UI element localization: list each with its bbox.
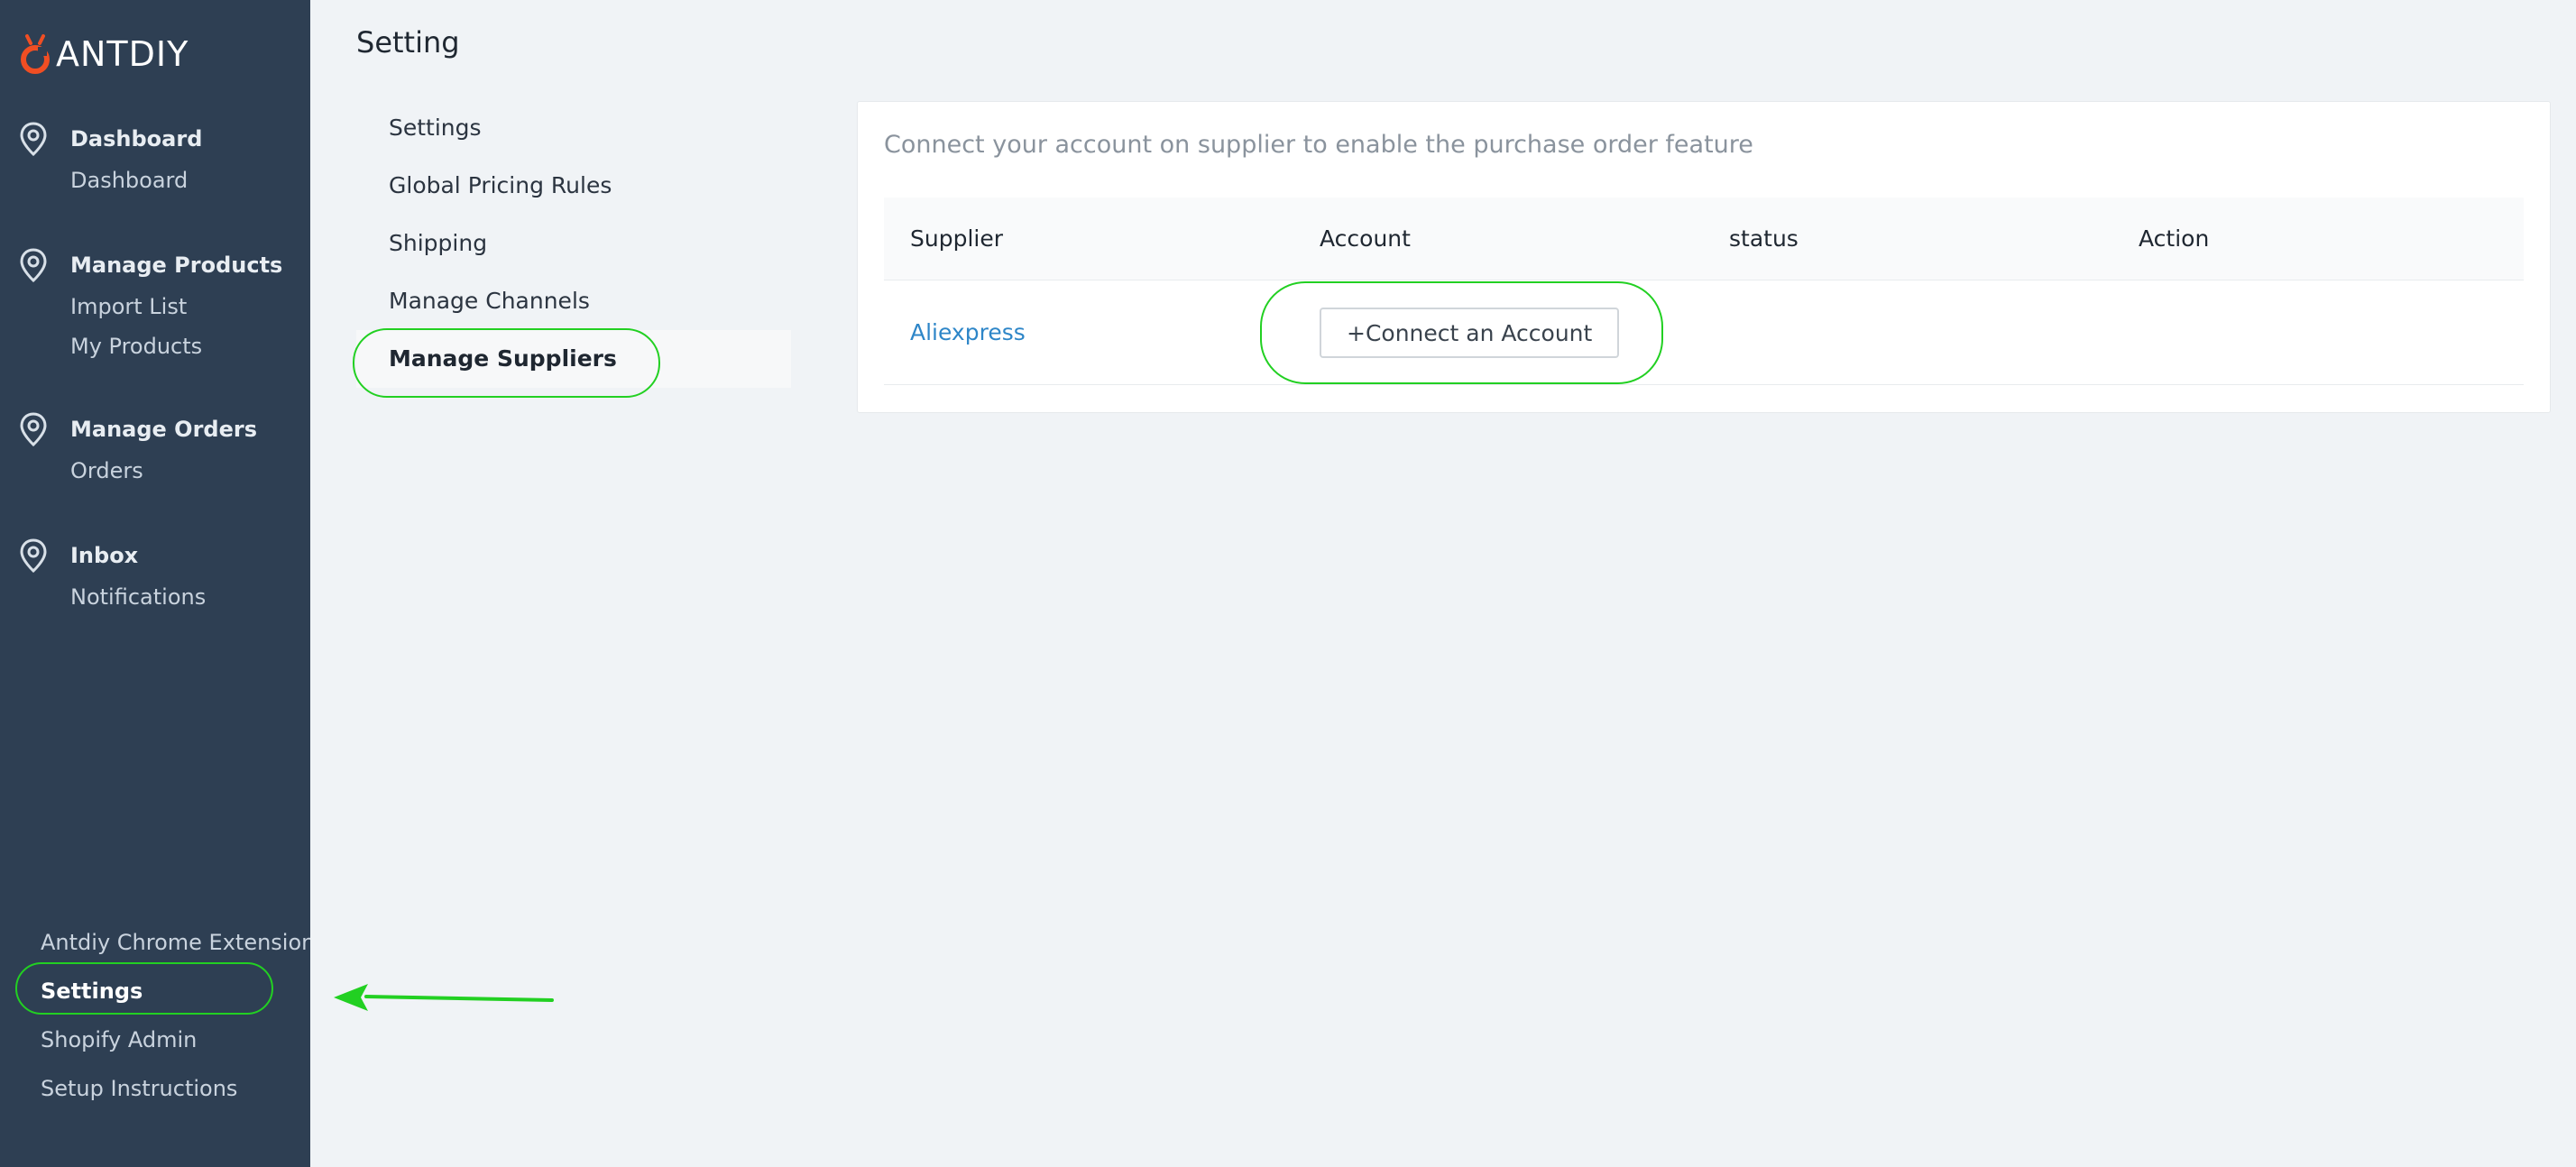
nav-group-manage-orders: Manage Orders Orders [0, 408, 310, 491]
page-title: Setting [356, 25, 460, 60]
sidebar-item-orders[interactable]: Orders [70, 451, 310, 491]
column-header-status: status [1729, 225, 1799, 252]
column-header-action: Action [2139, 225, 2210, 252]
sidebar-item-my-products[interactable]: My Products [70, 326, 310, 366]
nav-head-manage-products[interactable]: Manage Products [0, 244, 310, 287]
nav-group-dashboard: Dashboard Dashboard [0, 117, 310, 200]
submenu-item-shipping[interactable]: Shipping [356, 215, 791, 272]
location-pin-icon [20, 538, 47, 574]
supplier-link-aliexpress[interactable]: Aliexpress [910, 319, 1026, 345]
nav-group-manage-products: Manage Products Import List My Products [0, 244, 310, 366]
location-pin-icon [20, 248, 47, 283]
nav-head-manage-orders[interactable]: Manage Orders [0, 408, 310, 451]
submenu-item-global-pricing-rules[interactable]: Global Pricing Rules [356, 157, 791, 215]
nav-head-label: Manage Products [70, 253, 283, 278]
antdiy-logo-icon [21, 34, 50, 74]
brand-name: ANTDIY [56, 34, 189, 74]
submenu-item-settings[interactable]: Settings [356, 99, 791, 157]
antdiy-logo[interactable]: ANTDIY [18, 32, 189, 76]
table-row: Aliexpress +Connect an Account [884, 280, 2524, 385]
annotation-highlight-manage-suppliers [353, 328, 660, 398]
sidebar-item-dashboard[interactable]: Dashboard [70, 161, 310, 200]
sidebar-footer-links: Antdiy Chrome Extension Settings Shopify… [0, 918, 310, 1113]
annotation-highlight-connect-account [1260, 281, 1663, 384]
nav-head-dashboard[interactable]: Dashboard [0, 117, 310, 161]
submenu-item-manage-channels[interactable]: Manage Channels [356, 272, 791, 330]
table-header: Supplier Account status Action [884, 198, 2524, 280]
sidebar-item-notifications[interactable]: Notifications [70, 577, 310, 617]
column-header-account: Account [1320, 225, 1411, 252]
nav-group-inbox: Inbox Notifications [0, 534, 310, 617]
suppliers-card: Connect your account on supplier to enab… [857, 101, 2551, 413]
suppliers-description: Connect your account on supplier to enab… [884, 131, 1753, 159]
nav-head-inbox[interactable]: Inbox [0, 534, 310, 577]
annotation-arrow-icon [334, 984, 554, 1011]
nav-head-label: Inbox [70, 543, 139, 568]
supplier-cell: Aliexpress [884, 319, 1293, 345]
footer-link-chrome-extension[interactable]: Antdiy Chrome Extension [0, 918, 310, 967]
nav-head-label: Manage Orders [70, 417, 257, 442]
footer-link-shopify-admin[interactable]: Shopify Admin [0, 1015, 310, 1064]
location-pin-icon [20, 412, 47, 447]
annotation-highlight-settings [15, 962, 273, 1015]
nav-head-label: Dashboard [70, 126, 203, 152]
location-pin-icon [20, 122, 47, 157]
column-header-supplier: Supplier [910, 225, 1004, 252]
sidebar-item-import-list[interactable]: Import List [70, 287, 310, 326]
suppliers-table: Supplier Account status Action Aliexpres… [884, 198, 2524, 385]
footer-link-setup-instructions[interactable]: Setup Instructions [0, 1064, 310, 1113]
